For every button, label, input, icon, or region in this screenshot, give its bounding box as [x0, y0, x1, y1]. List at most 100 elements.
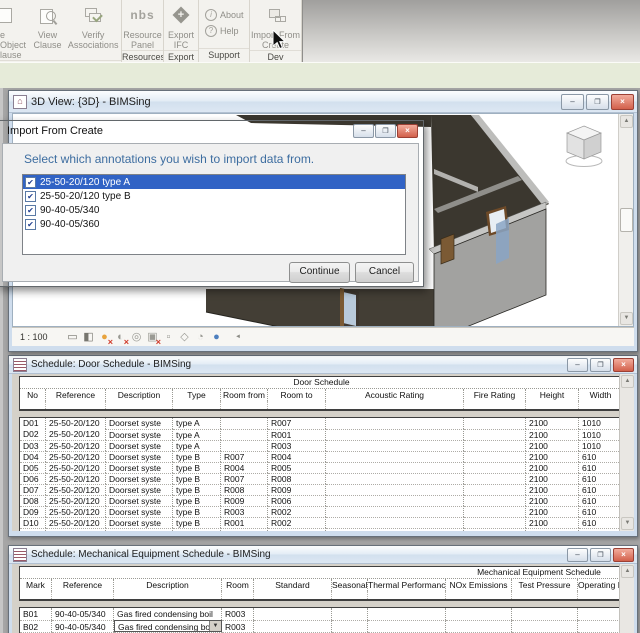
blank-cell: [114, 591, 222, 599]
about-label: About: [220, 9, 244, 20]
table-cell: [464, 462, 526, 473]
annotation-list-item[interactable]: ✔ 90-40-05/340: [23, 203, 405, 217]
table-cell: [326, 495, 464, 506]
table-cell: [326, 528, 464, 531]
table-cell: 25-50-20/120: [46, 418, 106, 429]
annotation-list[interactable]: ✔ 25-50-20/120 type A ✔ 25-50-20/120 type B…: [22, 174, 406, 255]
restore-button[interactable]: [590, 548, 611, 562]
table-cell: 2100: [526, 528, 579, 531]
table-cell: [326, 440, 464, 451]
column-header: Room from: [221, 389, 268, 401]
crop-view-icon[interactable]: ▣: [146, 331, 161, 347]
crop-region-visibility-icon[interactable]: ▫: [162, 331, 175, 344]
import-from-create-button[interactable]: Import From Create: [250, 0, 301, 50]
minimize-button[interactable]: [567, 358, 588, 372]
reveal-hidden-icon[interactable]: ●: [210, 331, 223, 344]
checkbox-icon[interactable]: ✔: [25, 218, 36, 230]
table-cell: type B: [173, 484, 221, 495]
column-header: Reference: [52, 579, 114, 591]
table-cell: [464, 440, 526, 451]
blank-cell: [368, 591, 446, 599]
visual-style-icon[interactable]: ◧: [82, 331, 95, 344]
table-cell: [326, 418, 464, 429]
cancel-button[interactable]: Cancel: [355, 262, 414, 283]
table-cell: D05: [20, 462, 46, 473]
resource-panel-button[interactable]: nbs Resource Panel: [122, 0, 163, 50]
scrollbar-thumb[interactable]: [620, 208, 633, 232]
dialog-close-button[interactable]: [397, 124, 418, 138]
canvas-background-band: [0, 62, 640, 89]
description-combobox[interactable]: Gas fired condensing boil: [114, 620, 222, 632]
checkbox-icon[interactable]: ✔: [25, 204, 36, 216]
close-button[interactable]: [613, 358, 634, 372]
table-cell: type B: [173, 517, 221, 528]
verify-associations-button[interactable]: Verify Associations: [65, 0, 121, 50]
table-cell: 2100: [526, 451, 579, 462]
unlocked-view-icon[interactable]: ◇: [178, 331, 191, 344]
view-clause-button[interactable]: View Clause: [30, 0, 66, 50]
checkbox-icon[interactable]: ✔: [25, 190, 36, 202]
object-clause-label: e Object lause: [0, 30, 27, 60]
blank-cell: [526, 401, 579, 409]
resource-panel-label: Resource Panel: [123, 30, 162, 50]
table-cell: 2100: [526, 484, 579, 495]
dialog-restore-button[interactable]: [375, 124, 396, 138]
scroll-down-arrow[interactable]: [620, 312, 633, 325]
shadows-icon[interactable]: ◐: [114, 331, 129, 347]
restore-button[interactable]: [586, 94, 609, 110]
sun-path-icon[interactable]: ●: [98, 331, 113, 347]
export-ifc-icon: +: [168, 4, 194, 28]
table-cell: [368, 620, 446, 632]
close-button[interactable]: [611, 94, 634, 110]
restore-button[interactable]: [590, 358, 611, 372]
annotation-list-item[interactable]: ✔ 90-40-05/360: [23, 217, 405, 231]
vertical-scrollbar[interactable]: [619, 564, 634, 633]
table-cell: R008: [268, 473, 326, 484]
export-ifc-button[interactable]: + Export IFC: [164, 0, 198, 50]
ribbon-group-label: Support: [199, 48, 249, 62]
detail-level-icon[interactable]: ▭: [66, 331, 79, 344]
table-cell: B01: [20, 608, 52, 620]
vertical-scrollbar[interactable]: [619, 374, 634, 531]
door-schedule-data: D01 25-50-20/120 Doorset syste type A R007 21…: [20, 418, 623, 531]
checkbox-icon[interactable]: ✔: [25, 176, 36, 188]
table-cell: D03: [20, 440, 46, 451]
close-button[interactable]: [613, 548, 634, 562]
temporary-hide-isolate-icon[interactable]: ◔: [194, 331, 207, 344]
scroll-up-arrow[interactable]: [620, 115, 633, 128]
3d-view-titlebar[interactable]: ⌂ 3D View: {3D} - BIMSing: [9, 91, 637, 113]
table-cell: Doorset syste: [106, 517, 173, 528]
table-cell: R009: [221, 495, 268, 506]
dialog-instruction: Select which annotations you wish to imp…: [24, 152, 315, 166]
help-button[interactable]: Help: [199, 22, 243, 38]
annotation-item-label: 90-40-05/360: [40, 218, 100, 230]
table-cell: 610: [579, 506, 623, 517]
table-cell: type B: [173, 451, 221, 462]
scroll-down-arrow[interactable]: [621, 517, 634, 530]
scroll-up-arrow[interactable]: [621, 565, 634, 578]
table-cell: Doorset syste: [106, 484, 173, 495]
horizontal-scroll-left-arrow[interactable]: [233, 332, 243, 343]
table-cell: type B: [173, 506, 221, 517]
annotation-list-item[interactable]: ✔ 25-50-20/120 type A: [23, 175, 405, 189]
column-header: Standard: [254, 579, 332, 591]
blank-cell: [464, 401, 526, 409]
minimize-button[interactable]: [567, 548, 588, 562]
about-button[interactable]: About: [199, 6, 248, 22]
dropdown-arrow-icon[interactable]: [209, 621, 221, 631]
object-clause-button[interactable]: e Object lause: [0, 0, 30, 60]
mech-schedule-titlebar[interactable]: Schedule: Mechanical Equipment Schedule …: [9, 546, 637, 564]
annotation-list-item[interactable]: ✔ 25-50-20/120 type B: [23, 189, 405, 203]
vertical-scrollbar[interactable]: [618, 114, 633, 326]
scale-control[interactable]: 1 : 100: [20, 332, 62, 342]
view-cube[interactable]: [565, 125, 603, 167]
table-cell: 90-40-05/340: [52, 620, 114, 632]
door-schedule-titlebar[interactable]: Schedule: Door Schedule - BIMSing: [9, 356, 637, 374]
rendering-icon[interactable]: ◎: [130, 331, 143, 344]
scroll-up-arrow[interactable]: [621, 375, 634, 388]
mech-schedule-table: Mechanical Equipment Schedule Mark Refere…: [19, 566, 633, 633]
verify-associations-label: Verify Associations: [67, 30, 119, 50]
continue-button[interactable]: Continue: [289, 262, 350, 283]
minimize-button[interactable]: [561, 94, 584, 110]
dialog-minimize-button[interactable]: [353, 124, 374, 138]
